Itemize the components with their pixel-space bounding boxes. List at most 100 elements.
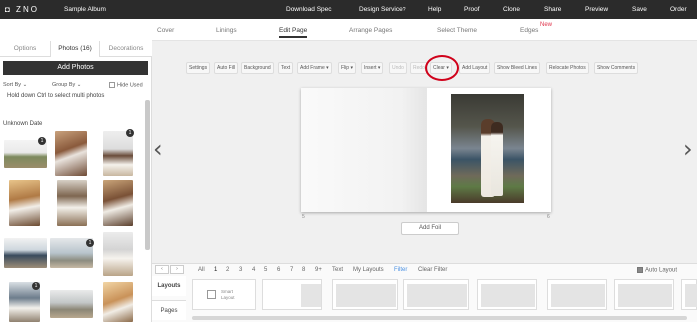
photo-thumbnail[interactable] bbox=[55, 131, 87, 176]
usage-count-badge: 1 bbox=[126, 129, 134, 137]
filter-2[interactable]: 2 bbox=[226, 267, 229, 273]
panel-next-button[interactable]: › bbox=[170, 265, 184, 274]
tab-linings[interactable]: Linings bbox=[216, 27, 237, 34]
usage-count-badge: 1 bbox=[32, 282, 40, 290]
filter-1[interactable]: 1 bbox=[214, 267, 217, 273]
main-tabs: Cover Linings Edit Page Arrange Pages Se… bbox=[152, 19, 697, 41]
layout-grid-icon bbox=[207, 290, 216, 299]
photo-thumbnail[interactable] bbox=[103, 282, 133, 322]
photo-thumbnail[interactable] bbox=[103, 232, 133, 276]
photo-thumbnail[interactable] bbox=[9, 180, 40, 226]
auto-layout-toggle[interactable]: Auto Layout bbox=[637, 267, 677, 274]
add-foil-button[interactable]: Add Foil bbox=[401, 222, 459, 235]
panel-prev-button[interactable]: ‹ bbox=[155, 265, 169, 274]
download-spec-link[interactable]: Download Spec bbox=[286, 6, 332, 13]
filter-8[interactable]: 8 bbox=[302, 267, 305, 273]
hide-used-toggle[interactable]: Hide Used bbox=[109, 82, 143, 88]
auto-fill-button[interactable]: Auto Fill bbox=[214, 62, 239, 74]
layout-thumbnail[interactable] bbox=[681, 279, 697, 310]
filter-7[interactable]: 7 bbox=[290, 267, 293, 273]
layout-placeholder bbox=[336, 284, 396, 307]
photo-thumbnail[interactable] bbox=[57, 180, 87, 226]
auto-layout-label: Auto Layout bbox=[645, 267, 678, 274]
filter-5[interactable]: 5 bbox=[264, 267, 267, 273]
group-by-dropdown[interactable]: Group By ⌄ bbox=[52, 82, 81, 88]
tab-edit-page[interactable]: Edit Page bbox=[279, 27, 308, 38]
layout-thumbnail[interactable] bbox=[477, 279, 537, 310]
photo-thumbnail[interactable] bbox=[103, 180, 133, 226]
previous-spread-arrow-icon[interactable]: ‹ bbox=[153, 135, 163, 163]
layout-placeholder bbox=[407, 284, 467, 307]
show-comments-button[interactable]: Show Comments bbox=[594, 62, 639, 74]
flip-button[interactable]: Flip ▾ bbox=[338, 62, 356, 74]
left-page[interactable] bbox=[301, 88, 426, 212]
layout-thumbnail[interactable] bbox=[403, 279, 469, 310]
filter-all[interactable]: All bbox=[198, 267, 205, 273]
layout-thumbnail[interactable] bbox=[332, 279, 398, 310]
tab-select-theme[interactable]: Select Theme bbox=[437, 27, 477, 34]
right-page-photo[interactable] bbox=[451, 94, 524, 203]
layout-placeholder bbox=[481, 284, 535, 307]
sort-by-dropdown[interactable]: Sort By ⌄ bbox=[3, 82, 27, 88]
undo-button[interactable]: Undo bbox=[389, 62, 407, 74]
photo-thumbnail[interactable] bbox=[103, 131, 133, 176]
panel-tab-layouts[interactable]: Layouts bbox=[152, 276, 186, 296]
sidebar-tabs: Options Photos (16) Decorations bbox=[0, 41, 152, 57]
chevron-down-icon: ⌄ bbox=[76, 82, 82, 88]
auto-layout-checkbox[interactable] bbox=[637, 267, 643, 273]
layout-thumbnail[interactable] bbox=[547, 279, 607, 310]
order-link[interactable]: Order bbox=[670, 6, 687, 13]
usage-count-badge: 1 bbox=[38, 137, 46, 145]
settings-button[interactable]: Settings bbox=[186, 62, 211, 74]
next-spread-arrow-icon[interactable]: › bbox=[683, 135, 693, 163]
photo-thumbnail[interactable] bbox=[4, 238, 47, 268]
layouts-horizontal-scrollbar[interactable] bbox=[192, 316, 687, 320]
tab-edges[interactable]: Edges bbox=[520, 27, 538, 34]
sort-by-label: Sort By bbox=[3, 82, 22, 88]
add-frame-button[interactable]: Add Frame ▾ bbox=[297, 62, 332, 74]
smart-layout-card[interactable]: Smart Layout bbox=[192, 279, 256, 310]
filter-4[interactable]: 4 bbox=[252, 267, 255, 273]
clone-link[interactable]: Clone bbox=[503, 6, 520, 13]
filter-3[interactable]: 3 bbox=[239, 267, 242, 273]
filter-button[interactable]: Filter bbox=[394, 267, 407, 273]
filter-6[interactable]: 6 bbox=[277, 267, 280, 273]
sidebar-scrollbar[interactable] bbox=[145, 100, 150, 250]
text-button[interactable]: Text bbox=[278, 62, 294, 74]
hide-used-checkbox[interactable] bbox=[109, 82, 115, 88]
show-bleed-lines-button[interactable]: Show Bleed Lines bbox=[494, 62, 541, 74]
page-spread[interactable] bbox=[301, 88, 551, 212]
filter-my-layouts[interactable]: My Layouts bbox=[353, 267, 384, 273]
top-bar: ◘ ZNO Sample Album Download Spec Design … bbox=[0, 0, 697, 19]
panel-tab-pages[interactable]: Pages bbox=[152, 300, 186, 320]
preview-link[interactable]: Preview bbox=[585, 6, 608, 13]
sidebar-tab-photos[interactable]: Photos (16) bbox=[50, 41, 100, 57]
share-link[interactable]: Share bbox=[544, 6, 561, 13]
left-page-number: 5 bbox=[302, 214, 305, 220]
layout-thumbnail[interactable] bbox=[262, 279, 322, 310]
help-link[interactable]: Help bbox=[428, 6, 441, 13]
layout-placeholder bbox=[618, 284, 672, 307]
filter-9-plus[interactable]: 9+ bbox=[315, 267, 322, 273]
filter-text[interactable]: Text bbox=[332, 267, 343, 273]
photo-thumbnail[interactable] bbox=[50, 290, 93, 318]
design-service-help-icon: ? bbox=[402, 7, 406, 13]
add-photos-button[interactable]: Add Photos bbox=[3, 61, 148, 75]
tab-cover[interactable]: Cover bbox=[157, 27, 174, 34]
zno-logo[interactable]: ◘ ZNO bbox=[5, 5, 39, 14]
sidebar-tab-decorations[interactable]: Decorations bbox=[101, 41, 151, 57]
clear-filter-button[interactable]: Clear Filter bbox=[418, 267, 447, 273]
design-service-link[interactable]: Design Service? bbox=[359, 6, 406, 13]
relocate-photos-button[interactable]: Relocate Photos bbox=[546, 62, 589, 74]
save-link[interactable]: Save bbox=[632, 6, 647, 13]
sidebar-tab-options[interactable]: Options bbox=[0, 41, 50, 57]
tab-arrange-pages[interactable]: Arrange Pages bbox=[349, 27, 392, 34]
insert-label: Insert bbox=[364, 65, 377, 71]
insert-button[interactable]: Insert ▾ bbox=[361, 62, 384, 74]
add-layout-button[interactable]: Add Layout bbox=[459, 62, 491, 74]
proof-link[interactable]: Proof bbox=[464, 6, 480, 13]
album-name: Sample Album bbox=[64, 6, 106, 13]
layout-thumbnail[interactable] bbox=[614, 279, 674, 310]
chevron-down-icon: ▾ bbox=[326, 65, 329, 71]
background-button[interactable]: Background bbox=[241, 62, 274, 74]
